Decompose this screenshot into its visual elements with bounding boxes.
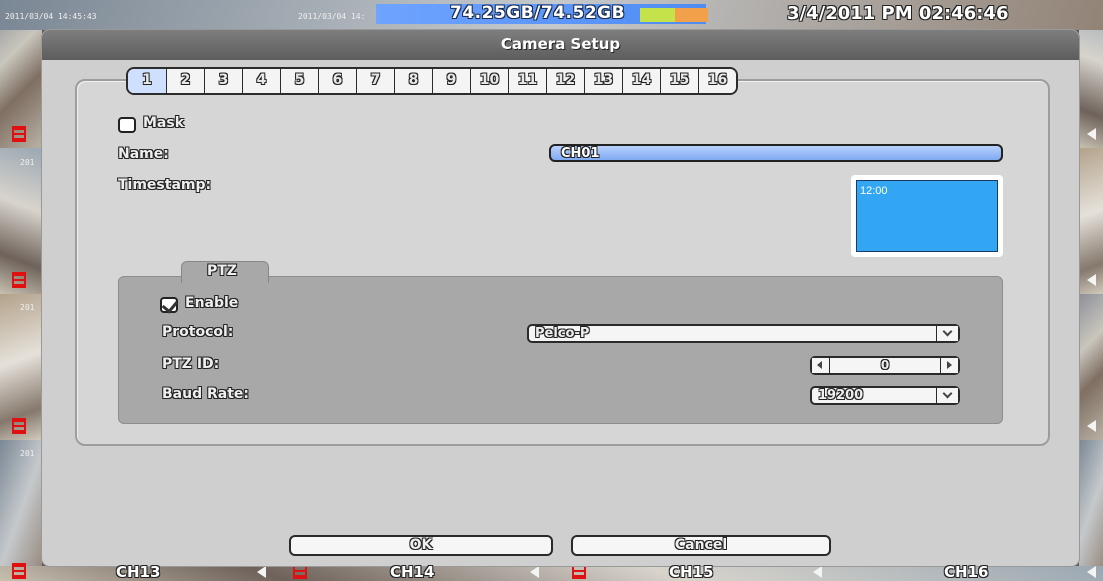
camera-feed-strip bbox=[0, 566, 1103, 581]
chevron-down-icon bbox=[942, 326, 953, 337]
timestamp-label: Timestamp: bbox=[118, 177, 212, 193]
checkmark-icon bbox=[161, 296, 179, 314]
arrow-left-icon bbox=[817, 361, 822, 369]
record-icon bbox=[12, 126, 26, 142]
ptz-enable-checkbox[interactable] bbox=[160, 296, 179, 314]
tab-channel-1[interactable]: 1 bbox=[128, 69, 166, 93]
feed-timestamp: 201 bbox=[20, 449, 35, 458]
channel-tabs: 1 2 3 4 5 6 7 8 9 10 11 12 13 14 15 16 bbox=[126, 67, 738, 95]
record-icon bbox=[12, 418, 26, 434]
timestamp-preview-time: 12:00 bbox=[860, 185, 888, 197]
tab-channel-7[interactable]: 7 bbox=[356, 69, 394, 93]
protocol-label: Protocol: bbox=[162, 324, 234, 340]
protocol-value: Pelco-P bbox=[535, 326, 590, 341]
tab-channel-14[interactable]: 14 bbox=[622, 69, 660, 93]
speaker-icon[interactable] bbox=[813, 566, 822, 578]
timestamp-preview[interactable]: 12:00 bbox=[851, 175, 1003, 257]
tab-channel-12[interactable]: 12 bbox=[546, 69, 584, 93]
storage-usage-segment bbox=[675, 8, 708, 22]
feed-timestamp: 201 bbox=[20, 303, 35, 312]
speaker-icon[interactable] bbox=[1087, 420, 1096, 432]
name-input[interactable]: CH01 bbox=[549, 144, 1003, 162]
speaker-icon[interactable] bbox=[530, 566, 539, 578]
chevron-down-icon bbox=[942, 388, 953, 399]
feed-timestamp: 2011/03/04 14:45:43 bbox=[5, 12, 97, 21]
tab-channel-10[interactable]: 10 bbox=[470, 69, 508, 93]
ok-button[interactable]: OK bbox=[289, 535, 553, 556]
speaker-icon[interactable] bbox=[257, 566, 266, 578]
tab-channel-2[interactable]: 2 bbox=[166, 69, 204, 93]
tab-channel-13[interactable]: 13 bbox=[584, 69, 622, 93]
dialog-title: Camera Setup bbox=[42, 30, 1079, 60]
increment-button[interactable] bbox=[940, 358, 958, 373]
ptz-enable-label: Enable bbox=[185, 295, 239, 311]
arrow-right-icon bbox=[947, 361, 952, 369]
mask-label: Mask bbox=[143, 115, 185, 131]
tab-channel-8[interactable]: 8 bbox=[394, 69, 432, 93]
baud-rate-label: Baud Rate: bbox=[162, 386, 249, 402]
feed-timestamp: 201 bbox=[20, 158, 35, 167]
channel-label: CH15 bbox=[669, 563, 714, 581]
tab-channel-9[interactable]: 9 bbox=[432, 69, 470, 93]
tab-channel-3[interactable]: 3 bbox=[204, 69, 242, 93]
baud-rate-select[interactable]: 19200 bbox=[810, 386, 960, 405]
camera-feed[interactable] bbox=[1079, 440, 1103, 581]
mask-checkbox[interactable] bbox=[118, 117, 136, 133]
cancel-button[interactable]: Cancel bbox=[571, 535, 831, 556]
tab-channel-16[interactable]: 16 bbox=[698, 69, 736, 93]
channel-label: CH16 bbox=[944, 563, 989, 581]
feed-timestamp: 2011/03/04 14: bbox=[298, 12, 366, 21]
speaker-icon[interactable] bbox=[1087, 274, 1096, 286]
record-icon bbox=[12, 563, 26, 579]
system-clock: 3/4/2011 PM 02:46:46 bbox=[787, 3, 1009, 24]
camera-setup-dialog: Camera Setup 1 2 3 4 5 6 7 8 9 10 11 12 … bbox=[42, 30, 1079, 566]
decrement-button[interactable] bbox=[812, 358, 830, 373]
speaker-icon[interactable] bbox=[1087, 128, 1096, 140]
camera-feed[interactable] bbox=[0, 440, 42, 581]
protocol-dropdown-button[interactable] bbox=[936, 326, 958, 341]
storage-usage-segment bbox=[640, 8, 675, 22]
tab-channel-11[interactable]: 11 bbox=[508, 69, 546, 93]
tab-channel-4[interactable]: 4 bbox=[242, 69, 280, 93]
ptz-id-value: 0 bbox=[880, 358, 890, 372]
ptz-id-stepper[interactable]: 0 bbox=[810, 356, 960, 375]
timestamp-preview-screen: 12:00 bbox=[856, 180, 998, 252]
storage-capacity: 74.25GB/74.52GB bbox=[450, 3, 626, 23]
baud-rate-value: 19200 bbox=[818, 388, 864, 403]
channel-label: CH13 bbox=[116, 563, 161, 581]
protocol-select[interactable]: Pelco-P bbox=[527, 324, 960, 343]
tab-channel-15[interactable]: 15 bbox=[660, 69, 698, 93]
speaker-icon[interactable] bbox=[1087, 566, 1096, 578]
tab-channel-5[interactable]: 5 bbox=[280, 69, 318, 93]
name-label: Name: bbox=[118, 146, 169, 162]
record-icon bbox=[12, 272, 26, 288]
ptz-id-label: PTZ ID: bbox=[162, 356, 220, 372]
camera-feed[interactable] bbox=[1079, 294, 1103, 440]
baud-rate-dropdown-button[interactable] bbox=[936, 388, 958, 403]
tab-channel-6[interactable]: 6 bbox=[318, 69, 356, 93]
channel-label: CH14 bbox=[390, 563, 435, 581]
camera-feed[interactable] bbox=[1079, 148, 1103, 294]
ptz-section-label: PTZ bbox=[207, 263, 237, 279]
